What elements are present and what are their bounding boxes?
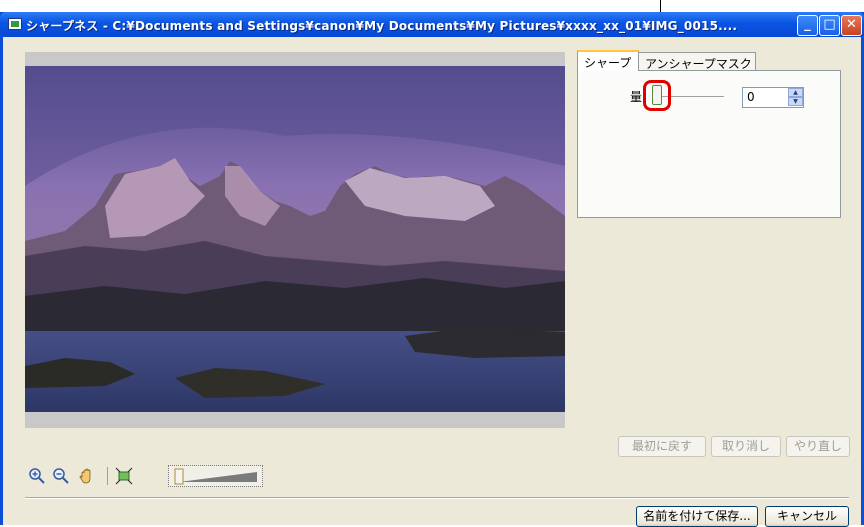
spin-up-icon[interactable]: ▲ [788, 88, 803, 97]
tab-sharp[interactable]: シャープ [577, 50, 639, 71]
separator-line [25, 497, 849, 499]
hand-icon[interactable] [78, 467, 96, 485]
amount-label: 量 [630, 90, 643, 104]
fit-to-window-icon[interactable] [115, 467, 133, 485]
app-icon [8, 18, 22, 30]
spin-buttons: ▲ ▼ [788, 88, 803, 107]
maximize-button[interactable]: □ [819, 15, 840, 36]
slider-highlight-circle [643, 80, 671, 111]
zoom-out-icon[interactable] [52, 467, 70, 485]
redo-button[interactable]: やり直し [786, 436, 850, 457]
zoom-in-icon[interactable] [28, 467, 46, 485]
title-bar[interactable]: シャープネス - C:¥Documents and Settings¥canon… [0, 12, 864, 37]
reset-button[interactable]: 最初に戻す [618, 436, 706, 457]
cancel-button[interactable]: キャンセル [765, 506, 849, 527]
window-client-area: シャープ アンシャープマスク 量 0 ▲ ▼ 最初に戻す 取り消し やり直し 名… [3, 37, 861, 527]
amount-value[interactable]: 0 [747, 90, 755, 104]
sharpness-window: シャープネス - C:¥Documents and Settings¥canon… [0, 12, 864, 527]
preview-photo[interactable] [25, 66, 565, 412]
tab-unsharp-mask[interactable]: アンシャープマスク [638, 52, 756, 71]
amount-spinbox[interactable]: 0 ▲ ▼ [742, 87, 804, 108]
save-as-button[interactable]: 名前を付けて保存... [636, 506, 758, 527]
undo-button[interactable]: 取り消し [711, 436, 781, 457]
window-title: シャープネス - C:¥Documents and Settings¥canon… [26, 19, 738, 33]
sharp-settings-panel: 量 0 ▲ ▼ [577, 70, 841, 218]
zoom-slider[interactable] [168, 465, 263, 487]
toolbar-separator [107, 467, 108, 485]
minimize-button[interactable]: _ [797, 15, 818, 36]
image-preview-pane[interactable] [25, 52, 565, 428]
spin-down-icon[interactable]: ▼ [788, 97, 803, 106]
close-button[interactable]: ✕ [841, 15, 862, 36]
